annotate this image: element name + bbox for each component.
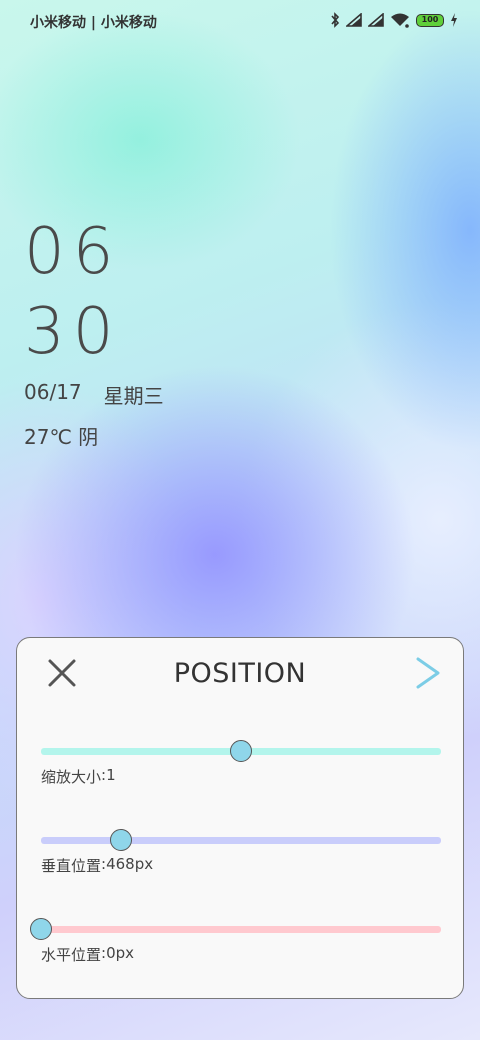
battery-level: 100 bbox=[421, 15, 439, 24]
signal-icon bbox=[368, 13, 384, 27]
status-bar: 小米移动 | 小米移动 100 bbox=[0, 0, 480, 40]
bluetooth-icon bbox=[331, 12, 340, 28]
slider-label-value: 0px bbox=[106, 944, 135, 962]
slider-label-value: 1 bbox=[106, 766, 116, 784]
wifi-icon bbox=[391, 13, 409, 28]
slider-thumb[interactable] bbox=[110, 829, 132, 851]
slider-label-value: 468px bbox=[106, 855, 154, 873]
chevron-right-icon[interactable] bbox=[413, 656, 443, 690]
slider-track[interactable] bbox=[41, 837, 441, 844]
weather-text: 27℃ 阴 bbox=[24, 425, 99, 449]
date-text: 06/17 bbox=[24, 380, 82, 404]
date-line: 06/17 星期三 bbox=[24, 380, 164, 409]
position-panel: POSITION 缩放大小: 1 垂直位置: 468px 水平位置: 0px bbox=[16, 637, 464, 999]
battery-icon: 100 bbox=[416, 13, 444, 27]
slider-thumb[interactable] bbox=[30, 918, 52, 940]
slider-label: 水平位置: 0px bbox=[41, 944, 134, 965]
slider-thumb[interactable] bbox=[230, 740, 252, 762]
clock-hour: 06 bbox=[24, 215, 122, 289]
carrier-name: 小米移动 | 小米移动 bbox=[30, 15, 157, 31]
status-icons: 100 bbox=[330, 11, 458, 29]
slider-label-name: 缩放大小 bbox=[41, 768, 102, 786]
slider-track[interactable] bbox=[41, 926, 441, 933]
weekday-text: 星期三 bbox=[103, 384, 164, 408]
charging-icon bbox=[451, 13, 457, 27]
signal-icon bbox=[346, 13, 362, 27]
slider-label-name: 水平位置 bbox=[41, 946, 102, 964]
slider-label: 垂直位置: 468px bbox=[41, 855, 153, 876]
slider-label: 缩放大小: 1 bbox=[41, 766, 116, 787]
panel-title: POSITION bbox=[173, 658, 307, 689]
slider-label-name: 垂直位置 bbox=[41, 857, 102, 875]
clock-minute: 30 bbox=[24, 295, 122, 369]
